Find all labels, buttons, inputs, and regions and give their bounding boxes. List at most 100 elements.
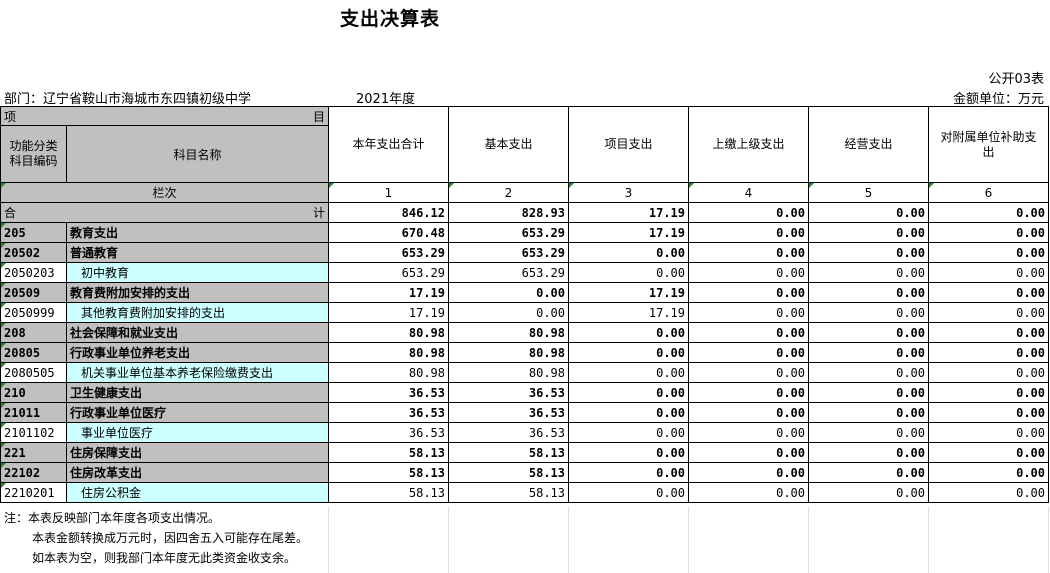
row-value: 80.98 — [328, 322, 449, 343]
row-value: 0.00 — [928, 482, 1049, 503]
row-name: 社会保障和就业支出 — [66, 322, 329, 343]
lanci-4: 4 — [688, 182, 809, 203]
row-value: 0.00 — [928, 402, 1049, 423]
row-code: 221 — [0, 442, 67, 463]
note-line-1: 注：本表反映部门本年度各项支出情况。 — [4, 511, 221, 525]
row-code: 2101102 — [0, 422, 67, 443]
lanci-5: 5 — [808, 182, 929, 203]
row-value: 0.00 — [928, 462, 1049, 483]
header-xiang-mu: 项 目 — [0, 106, 329, 126]
lanci-1: 1 — [328, 182, 449, 203]
row-code: 2080505 — [0, 362, 67, 383]
row-value: 36.53 — [328, 422, 449, 443]
row-value: 80.98 — [448, 322, 569, 343]
row-value: 58.13 — [328, 482, 449, 503]
row-value: 0.00 — [688, 382, 809, 403]
header-name: 科目名称 — [66, 125, 329, 183]
row-value: 0.00 — [808, 402, 929, 423]
row-code: 2050203 — [0, 262, 67, 283]
row-value: 0.00 — [808, 482, 929, 503]
row-value: 0.00 — [808, 422, 929, 443]
row-value: 0.00 — [928, 322, 1049, 343]
row-value: 80.98 — [328, 362, 449, 383]
row-value: 0.00 — [928, 222, 1049, 243]
row-code: 22102 — [0, 462, 67, 483]
table-row: 2210201 住房公积金 58.13 58.13 0.00 0.00 0.00 0.00 — [0, 482, 1049, 503]
row-value: 0.00 — [928, 302, 1049, 323]
row-value: 58.13 — [448, 462, 569, 483]
row-name: 事业单位医疗 — [66, 422, 329, 443]
fiscal-year: 2021年度 — [356, 92, 416, 107]
row-value: 36.53 — [328, 382, 449, 403]
row-name: 住房公积金 — [66, 482, 329, 503]
row-code: 20805 — [0, 342, 67, 363]
row-code: 20502 — [0, 242, 67, 263]
row-value: 0.00 — [928, 342, 1049, 363]
total-label: 合 计 — [0, 202, 329, 223]
table-row: 20502 普通教育 653.29 653.29 0.00 0.00 0.00 0.00 — [0, 242, 1049, 263]
table-row: 20509 教育费附加安排的支出 17.19 0.00 17.19 0.00 0.00 0.0… — [0, 282, 1049, 303]
row-code: 208 — [0, 322, 67, 343]
table-row: 221 住房保障支出 58.13 58.13 0.00 0.00 0.00 0.00 — [0, 442, 1049, 463]
row-name: 住房保障支出 — [66, 442, 329, 463]
row-value: 0.00 — [928, 442, 1049, 463]
row-value: 653.29 — [328, 262, 449, 283]
row-value: 0.00 — [928, 382, 1049, 403]
row-value: 17.19 — [568, 282, 689, 303]
total-value: 846.12 — [328, 202, 449, 223]
table-row: 2050203 初中教育 653.29 653.29 0.00 0.00 0.00 0.00 — [0, 262, 1049, 283]
row-value: 670.48 — [328, 222, 449, 243]
col-header-4: 上缴上级支出 — [688, 106, 809, 183]
row-value: 17.19 — [328, 282, 449, 303]
row-value: 0.00 — [688, 322, 809, 343]
row-code: 20509 — [0, 282, 67, 303]
row-value: 58.13 — [448, 442, 569, 463]
row-value: 653.29 — [328, 242, 449, 263]
row-name: 机关事业单位基本养老保险缴费支出 — [66, 362, 329, 383]
row-value: 0.00 — [568, 462, 689, 483]
row-value: 0.00 — [688, 442, 809, 463]
row-value: 0.00 — [568, 482, 689, 503]
row-value: 0.00 — [808, 242, 929, 263]
row-value: 36.53 — [448, 402, 569, 423]
lanci-2: 2 — [448, 182, 569, 203]
row-value: 0.00 — [808, 442, 929, 463]
row-value: 58.13 — [448, 482, 569, 503]
row-value: 0.00 — [688, 462, 809, 483]
row-name: 普通教育 — [66, 242, 329, 263]
row-value: 80.98 — [448, 362, 569, 383]
note-line-3: 如本表为空，则我部门本年度无此类资金收支余。 — [32, 551, 297, 565]
row-value: 36.53 — [328, 402, 449, 423]
row-value: 58.13 — [328, 462, 449, 483]
row-value: 17.19 — [568, 222, 689, 243]
row-value: 0.00 — [688, 422, 809, 443]
total-label-left: 合 — [4, 206, 17, 220]
total-label-right: 计 — [312, 206, 325, 220]
row-code: 210 — [0, 382, 67, 403]
expenditure-table: 项 目 本年支出合计 基本支出 项目支出 上缴上级支出 经营支出 对附属单位补助… — [0, 106, 1049, 503]
col-header-5: 经营支出 — [808, 106, 929, 183]
row-value: 36.53 — [448, 382, 569, 403]
row-value: 0.00 — [448, 282, 569, 303]
department-label: 部门：辽宁省鞍山市海城市东四镇初级中学 — [4, 92, 252, 107]
row-value: 0.00 — [808, 302, 929, 323]
row-value: 0.00 — [928, 282, 1049, 303]
total-value: 0.00 — [928, 202, 1049, 223]
row-code: 2050999 — [0, 302, 67, 323]
row-value: 0.00 — [808, 462, 929, 483]
row-value: 0.00 — [808, 282, 929, 303]
row-name: 住房改革支出 — [66, 462, 329, 483]
row-value: 0.00 — [568, 402, 689, 423]
row-value: 0.00 — [568, 362, 689, 383]
row-value: 0.00 — [688, 482, 809, 503]
col-header-6: 对附属单位补助支出 — [928, 106, 1049, 183]
row-value: 0.00 — [568, 442, 689, 463]
table-row: 20805 行政事业单位养老支出 80.98 80.98 0.00 0.00 0.00 0.0… — [0, 342, 1049, 363]
total-value: 828.93 — [448, 202, 569, 223]
col-header-3: 项目支出 — [568, 106, 689, 183]
col-header-1: 本年支出合计 — [328, 106, 449, 183]
row-value: 17.19 — [568, 302, 689, 323]
row-value: 0.00 — [688, 302, 809, 323]
row-value: 0.00 — [688, 282, 809, 303]
row-value: 0.00 — [568, 342, 689, 363]
